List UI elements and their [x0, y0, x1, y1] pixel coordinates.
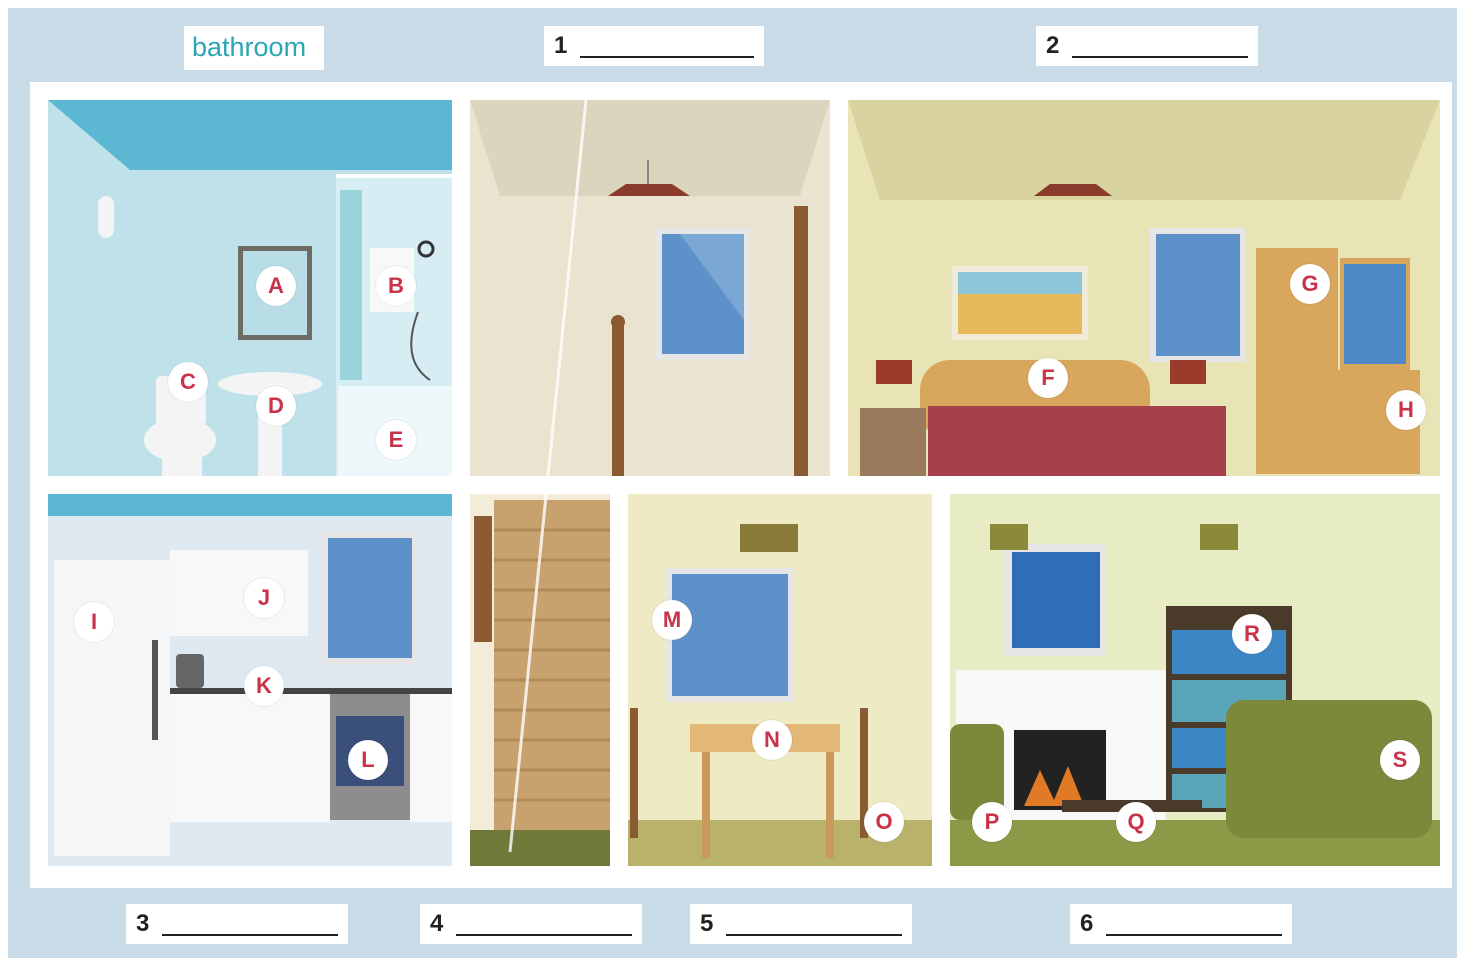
- item-label-l: L: [348, 740, 388, 780]
- answer-blank-4[interactable]: 4: [420, 904, 642, 944]
- item-label-p: P: [972, 802, 1012, 842]
- blank-line: [162, 934, 338, 936]
- item-label-i: I: [74, 602, 114, 642]
- blank-number: 4: [430, 910, 444, 937]
- blank-line: [456, 934, 632, 936]
- item-label-m: M: [652, 600, 692, 640]
- item-label-j: J: [244, 578, 284, 618]
- item-label-k: K: [244, 666, 284, 706]
- answer-blank-6[interactable]: 6: [1070, 904, 1292, 944]
- item-label-s: S: [1380, 740, 1420, 780]
- answer-blank-3[interactable]: 3: [126, 904, 348, 944]
- house-illustration: bathroom 1 2 3 4 5 6 A B C D E F G H I J…: [0, 0, 1457, 963]
- living-room: [950, 494, 1440, 866]
- item-label-q: Q: [1116, 802, 1156, 842]
- blank-number: 6: [1080, 910, 1094, 937]
- blank-number: 5: [700, 910, 714, 937]
- upstairs-landing: [470, 100, 830, 476]
- item-label-r: R: [1232, 614, 1272, 654]
- blank-line: [726, 934, 902, 936]
- item-label-o: O: [864, 802, 904, 842]
- blank-line: [580, 56, 754, 58]
- example-room-text: bathroom: [192, 32, 307, 62]
- item-label-n: N: [752, 720, 792, 760]
- item-label-d: D: [256, 386, 296, 426]
- blank-number: 3: [136, 910, 150, 937]
- answer-blank-2[interactable]: 2: [1036, 26, 1258, 66]
- example-room-label: bathroom: [184, 26, 324, 70]
- answer-blank-1[interactable]: 1: [544, 26, 764, 66]
- item-label-h: H: [1386, 390, 1426, 430]
- house-cutaway-drawing: [0, 0, 1457, 963]
- blank-line: [1072, 56, 1248, 58]
- answer-blank-5[interactable]: 5: [690, 904, 912, 944]
- item-label-a: A: [256, 266, 296, 306]
- item-label-f: F: [1028, 358, 1068, 398]
- item-label-g: G: [1290, 264, 1330, 304]
- blank-number: 1: [554, 32, 568, 59]
- bedroom-room: [848, 100, 1440, 476]
- blank-number: 2: [1046, 32, 1060, 59]
- blank-line: [1106, 934, 1282, 936]
- item-label-c: C: [168, 362, 208, 402]
- item-label-e: E: [376, 420, 416, 460]
- item-label-b: B: [376, 266, 416, 306]
